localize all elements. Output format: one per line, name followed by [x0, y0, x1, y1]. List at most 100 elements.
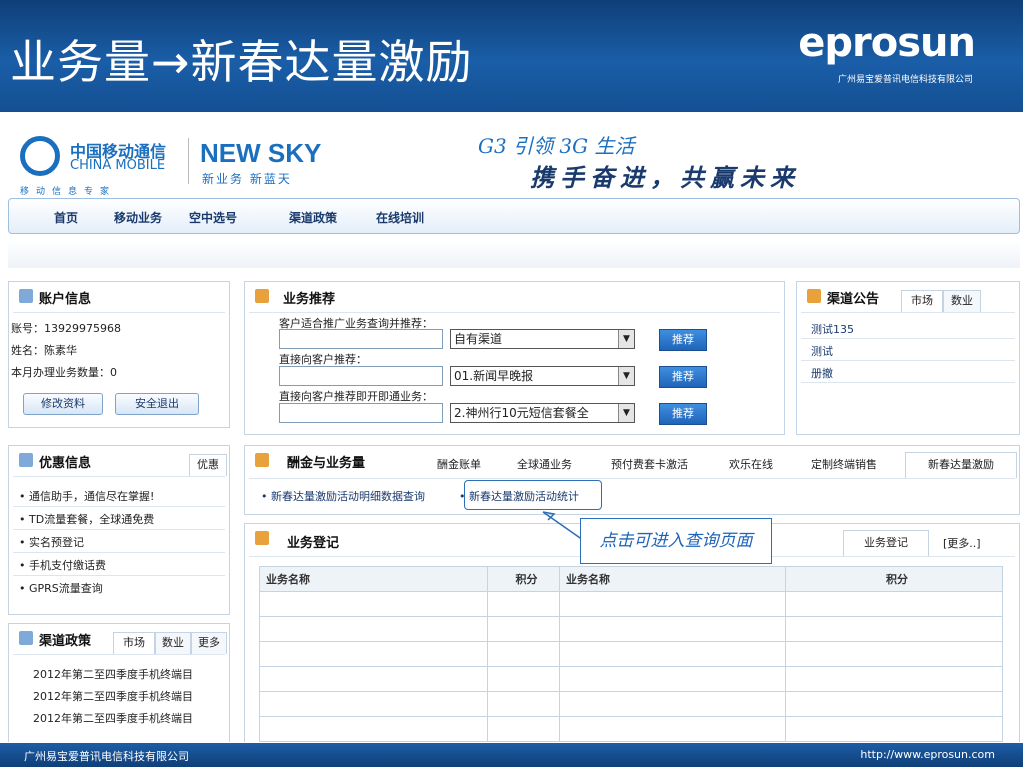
account-number: 账号：13929975968: [11, 322, 121, 335]
divider: [13, 312, 225, 313]
china-mobile-icon: [20, 136, 60, 176]
document-icon: [19, 453, 33, 467]
brand-logo: eprosun: [798, 20, 976, 66]
slide-footer: 广州易宝爱普讯电信科技有限公司 http://www.eprosun.com: [0, 743, 1023, 767]
more-link[interactable]: [更多..]: [943, 535, 981, 551]
recommend-button-1[interactable]: 推荐: [659, 329, 707, 351]
nav-mobile-business[interactable]: 移动业务: [114, 209, 162, 226]
folder-icon: [255, 289, 269, 303]
link-incentive-detail-text: 新春达量激励活动明细数据查询: [271, 490, 425, 503]
promo-item-text: 通信助手，通信尽在掌握!: [29, 490, 155, 503]
recommend-input-3[interactable]: [279, 403, 443, 423]
channel-select-value: 自有渠道: [454, 332, 503, 346]
notice-item[interactable]: 册撤: [811, 365, 833, 381]
logo-divider: [188, 138, 189, 184]
footer-company: 广州易宝爱普讯电信科技有限公司: [24, 750, 189, 763]
divider: [801, 338, 1015, 339]
promo-item-text: 手机支付缴话费: [29, 559, 106, 572]
slogan-line-2: 携手奋进，共赢未来: [530, 163, 800, 192]
promo-item[interactable]: • TD流量套餐，全球通免费: [19, 511, 154, 527]
divider: [13, 476, 225, 477]
tab-commission-bill[interactable]: 酬金账单: [437, 456, 481, 472]
month-business-count: 本月办理业务数量：0: [11, 366, 117, 379]
tab-data-business[interactable]: 数业: [155, 632, 191, 654]
nav-channel-policy[interactable]: 渠道政策: [289, 209, 337, 226]
link-incentive-detail[interactable]: • 新春达量激励活动明细数据查询: [261, 488, 425, 504]
policy-item[interactable]: 2012年第二至四季度手机终端目: [33, 666, 193, 682]
commission-title: 酬金与业务量: [287, 456, 366, 471]
folder-icon: [255, 531, 269, 545]
divider: [249, 478, 1015, 479]
package-select[interactable]: 2.神州行10元短信套餐全 ▼: [450, 403, 635, 423]
recommend-input-1[interactable]: [279, 329, 443, 349]
callout-box: 点击可进入查询页面: [580, 518, 772, 564]
notice-item[interactable]: 测试135: [811, 321, 854, 337]
table-row: [259, 641, 1003, 667]
col-business-name: 业务名称: [259, 566, 488, 592]
table-row: [259, 616, 1003, 642]
recommend-button-3[interactable]: 推荐: [659, 403, 707, 425]
promo-item-text: GPRS流量查询: [29, 582, 103, 595]
table-row: [259, 691, 1003, 717]
tab-gotone-business[interactable]: 全球通业务: [517, 456, 572, 472]
newsky-subtitle: 新业务 新蓝天: [202, 172, 292, 186]
policy-item[interactable]: 2012年第二至四季度手机终端目: [33, 688, 193, 704]
cm-tagline: 移动信息专家: [20, 187, 117, 197]
table-row: [259, 591, 1003, 617]
slogan-line-1: G3 引领 3G 生活: [478, 134, 635, 158]
tab-more[interactable]: 更多: [191, 632, 227, 654]
sub-bar: [8, 240, 1020, 268]
tab-business-register[interactable]: 业务登记: [843, 530, 929, 556]
tab-spring-incentive[interactable]: 新春达量激励: [905, 452, 1017, 478]
account-panel: 账户信息 账号：13929975968 姓名：陈素华 本月办理业务数量：0 修改…: [8, 281, 230, 428]
brand-subtitle: 广州易宝爱普讯电信科技有限公司: [837, 75, 973, 85]
promo-item[interactable]: • 实名预登记: [19, 534, 84, 550]
user-icon: [19, 289, 33, 303]
divider: [801, 312, 1015, 313]
tab-market[interactable]: 市场: [901, 290, 943, 312]
service-select[interactable]: 01.新闻早晚报 ▼: [450, 366, 635, 386]
slide-banner: 业务量→新春达量激励 eprosun 广州易宝爱普讯电信科技有限公司: [0, 0, 1023, 112]
folder-icon: [255, 453, 269, 467]
tab-promo[interactable]: 优惠: [189, 454, 227, 476]
service-select-value: 01.新闻早晚报: [454, 369, 534, 383]
channel-select[interactable]: 自有渠道 ▼: [450, 329, 635, 349]
tab-happy-online[interactable]: 欢乐在线: [729, 456, 773, 472]
tab-custom-terminal[interactable]: 定制终端销售: [811, 456, 877, 472]
footer-url: http://www.eprosun.com: [860, 748, 995, 761]
recommend-input-2[interactable]: [279, 366, 443, 386]
nav-online-training[interactable]: 在线培训: [376, 209, 424, 226]
cm-en-name: CHINA MOBILE: [70, 158, 166, 173]
promo-item-text: TD流量套餐，全球通免费: [29, 513, 155, 526]
col-points: 积分: [785, 566, 1003, 592]
notice-item[interactable]: 测试: [811, 343, 833, 359]
tab-prepaid-activation[interactable]: 预付费套卡激活: [611, 456, 688, 472]
edit-profile-button[interactable]: 修改资料: [23, 393, 103, 415]
notice-panel: 渠道公告 市场 数业 测试135 测试 册撤: [796, 281, 1020, 435]
promo-item[interactable]: • 手机支付缴话费: [19, 557, 106, 573]
policy-panel: 渠道政策 市场 数业 更多 2012年第二至四季度手机终端目 2012年第二至四…: [8, 623, 230, 742]
tab-data-business[interactable]: 数业: [943, 290, 981, 312]
register-table: 业务名称 积分 业务名称 积分: [259, 566, 1003, 742]
register-title: 业务登记: [287, 536, 340, 551]
slide-title: 业务量→新春达量激励: [10, 35, 473, 89]
nav-home[interactable]: 首页: [54, 209, 78, 226]
promo-item[interactable]: • GPRS流量查询: [19, 580, 103, 596]
divider: [801, 382, 1015, 383]
policy-item[interactable]: 2012年第二至四季度手机终端目: [33, 710, 193, 726]
divider: [13, 552, 225, 553]
promo-item[interactable]: • 通信助手，通信尽在掌握!: [19, 488, 154, 504]
col-business-name: 业务名称: [559, 566, 786, 592]
account-name: 姓名：陈素华: [11, 344, 77, 357]
main-nav: 首页 移动业务 空中选号 渠道政策 在线培训: [8, 198, 1020, 234]
tab-market[interactable]: 市场: [113, 632, 155, 654]
promo-title: 优惠信息: [39, 456, 92, 471]
table-row: [259, 666, 1003, 692]
dropdown-arrow-icon: ▼: [618, 367, 634, 385]
divider: [13, 506, 225, 507]
nav-number-select[interactable]: 空中选号: [189, 209, 237, 226]
megaphone-icon: [807, 289, 821, 303]
divider: [13, 529, 225, 530]
logout-button[interactable]: 安全退出: [115, 393, 199, 415]
recommend-button-2[interactable]: 推荐: [659, 366, 707, 388]
